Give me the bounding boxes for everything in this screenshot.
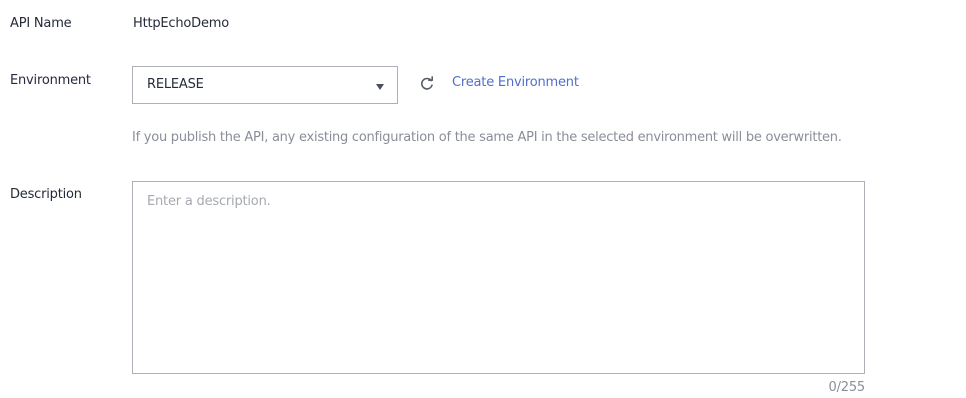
create-environment-link[interactable]: Create Environment bbox=[452, 75, 579, 90]
environment-selected-value: RELEASE bbox=[147, 77, 204, 92]
caret-down-icon bbox=[376, 84, 384, 90]
environment-overwrite-hint: If you publish the API, any existing con… bbox=[132, 130, 842, 145]
description-placeholder: Enter a description. bbox=[147, 194, 271, 209]
api-name-value: HttpEchoDemo bbox=[133, 16, 230, 31]
description-char-counter: 0/255 bbox=[828, 380, 866, 395]
environment-label: Environment bbox=[10, 73, 91, 88]
refresh-icon[interactable] bbox=[418, 75, 436, 93]
description-textarea[interactable]: Enter a description. bbox=[132, 181, 865, 374]
api-name-label: API Name bbox=[10, 16, 72, 31]
environment-select[interactable]: RELEASE bbox=[132, 66, 398, 104]
description-label: Description bbox=[10, 187, 82, 202]
